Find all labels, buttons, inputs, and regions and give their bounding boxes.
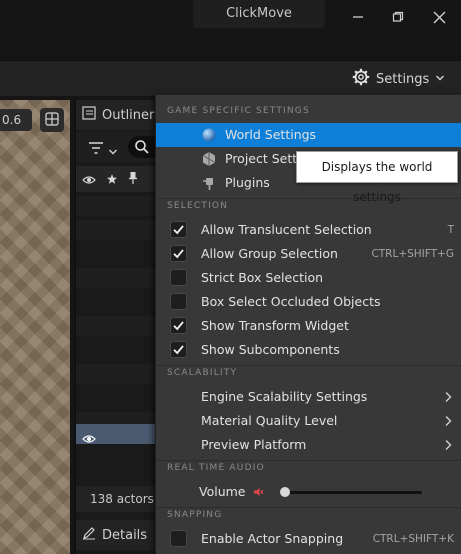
menu-item-label: Allow Translucent Selection xyxy=(201,222,372,237)
checkbox[interactable] xyxy=(170,269,187,286)
chevron-right-icon xyxy=(444,439,452,454)
section-header-game: GAME SPECIFIC SETTINGS xyxy=(167,106,310,116)
menu-item-label: Box Select Occluded Objects xyxy=(201,294,381,309)
star-icon[interactable] xyxy=(106,170,118,189)
details-tab[interactable]: Details xyxy=(76,520,162,550)
menu-item-strict-box-selection[interactable]: Strict Box Selection xyxy=(156,266,461,290)
outliner-filter-bar xyxy=(76,132,162,162)
chevron-right-icon xyxy=(444,415,452,430)
outliner-tab-label: Outliner xyxy=(102,107,155,123)
menu-item-label: Allow Group Selection xyxy=(201,246,338,261)
project-gears-icon xyxy=(201,151,217,167)
table-row[interactable] xyxy=(76,196,162,216)
window-title-tab: ClickMove xyxy=(193,0,325,28)
volume-slider-handle[interactable] xyxy=(280,487,290,497)
window-title: ClickMove xyxy=(226,6,292,21)
menu-item-label: Plugins xyxy=(225,175,270,190)
actor-count-label: 138 actors xyxy=(76,486,162,512)
outliner-list-icon xyxy=(82,106,96,124)
shortcut-label: T xyxy=(447,224,454,236)
outliner-column-header xyxy=(76,166,162,192)
menu-item-label: World Settings xyxy=(225,127,317,142)
checkbox[interactable] xyxy=(170,317,187,334)
section-header-selection: SELECTION xyxy=(167,201,229,211)
settings-button[interactable]: Settings xyxy=(352,67,445,91)
menu-item-show-transform-widget[interactable]: Show Transform Widget xyxy=(156,314,461,338)
table-row[interactable] xyxy=(76,220,162,240)
menu-item-box-select-occluded[interactable]: Box Select Occluded Objects xyxy=(156,290,461,314)
plug-icon xyxy=(201,175,217,191)
shortcut-label: CTRL+SHIFT+K xyxy=(372,533,454,545)
speaker-muted-icon[interactable] xyxy=(252,486,264,501)
menu-item-label: Strict Box Selection xyxy=(201,270,324,285)
chevron-right-icon xyxy=(444,391,452,406)
section-header-audio: REAL TIME AUDIO xyxy=(167,463,265,473)
close-icon[interactable] xyxy=(430,8,448,26)
checkbox[interactable] xyxy=(170,245,187,262)
menu-item-label: Show Subcomponents xyxy=(201,342,340,357)
pencil-icon xyxy=(82,526,96,544)
outliner-panel: Outliner 138 actors Details xyxy=(75,100,162,554)
menu-item-allow-translucent-selection[interactable]: Allow Translucent Selection T xyxy=(156,218,461,242)
table-row-selected[interactable] xyxy=(76,424,162,444)
menu-divider xyxy=(156,507,461,508)
menu-item-label: Preview Platform xyxy=(201,437,307,452)
camera-speed-pill[interactable]: 0.6 xyxy=(0,109,32,131)
chevron-down-icon xyxy=(435,72,445,87)
minimize-icon[interactable] xyxy=(349,8,367,26)
restore-icon[interactable] xyxy=(389,8,407,26)
menu-item-label: Engine Scalability Settings xyxy=(201,389,368,404)
volume-label: Volume xyxy=(199,484,246,499)
visibility-eye-icon[interactable] xyxy=(82,170,96,189)
section-header-scalability: SCALABILITY xyxy=(167,368,238,378)
section-header-snapping: SNAPPING xyxy=(167,510,223,520)
grid-layout-button[interactable] xyxy=(40,108,64,132)
visibility-eye-icon[interactable] xyxy=(82,429,96,448)
checkbox[interactable] xyxy=(170,293,187,310)
gear-icon xyxy=(352,68,370,90)
checkbox[interactable] xyxy=(170,221,187,238)
checkbox[interactable] xyxy=(170,341,187,358)
shortcut-label: CTRL+SHIFT+G xyxy=(371,248,454,260)
chevron-down-icon xyxy=(108,142,118,161)
outliner-tab[interactable]: Outliner xyxy=(76,100,162,130)
table-row[interactable] xyxy=(76,316,162,336)
menu-item-allow-group-selection[interactable]: Allow Group Selection CTRL+SHIFT+G xyxy=(156,242,461,266)
main-toolbar: Settings xyxy=(0,60,461,96)
details-tab-label: Details xyxy=(102,527,148,543)
search-icon[interactable] xyxy=(128,136,158,158)
menu-divider xyxy=(156,365,461,366)
menu-item-label: Material Quality Level xyxy=(201,413,338,428)
camera-speed-value: 0.6 xyxy=(2,113,22,127)
grid-icon xyxy=(45,111,59,130)
menu-item-label: Enable Actor Snapping xyxy=(201,531,344,546)
menu-divider xyxy=(156,198,461,199)
table-row[interactable] xyxy=(76,268,162,288)
menu-item-label: Project Setti xyxy=(225,151,301,166)
menu-item-show-subcomponents[interactable]: Show Subcomponents xyxy=(156,338,461,362)
filter-icon[interactable] xyxy=(88,140,104,159)
level-viewport[interactable]: 0.6 xyxy=(0,100,70,554)
menu-divider xyxy=(156,460,461,461)
menu-item-material-quality[interactable]: Material Quality Level xyxy=(156,409,461,433)
title-bar: ClickMove xyxy=(0,0,461,35)
table-row[interactable] xyxy=(76,364,162,384)
menu-item-label: Show Transform Widget xyxy=(201,318,349,333)
menu-item-engine-scalability[interactable]: Engine Scalability Settings xyxy=(156,385,461,409)
pin-icon[interactable] xyxy=(128,170,138,189)
settings-label: Settings xyxy=(376,71,430,87)
checkbox[interactable] xyxy=(170,530,187,547)
menu-item-preview-platform[interactable]: Preview Platform xyxy=(156,433,461,457)
volume-slider-track[interactable] xyxy=(287,491,422,494)
menu-item-world-settings[interactable]: World Settings xyxy=(156,123,461,147)
globe-icon xyxy=(201,127,217,143)
tooltip: Displays the world settings xyxy=(296,151,458,204)
menu-item-enable-actor-snapping[interactable]: Enable Actor Snapping CTRL+SHIFT+K xyxy=(156,527,461,551)
